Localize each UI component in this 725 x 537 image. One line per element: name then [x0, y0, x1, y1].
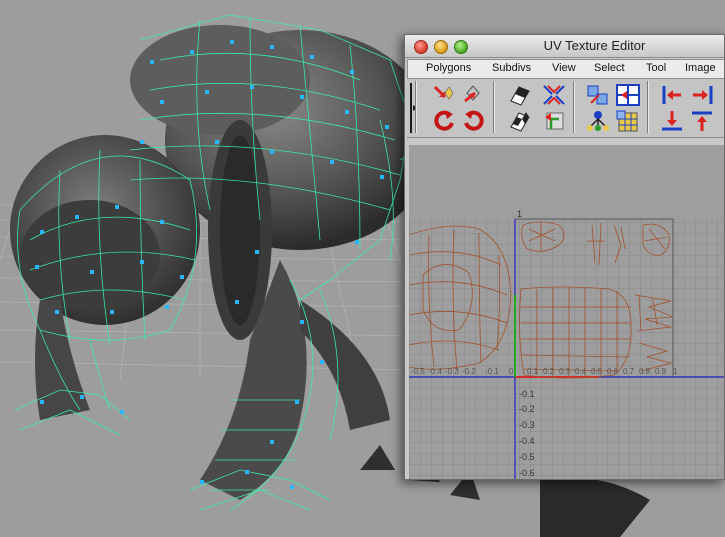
uv-label-u-14: 0.9 [655, 367, 667, 376]
uv-toolbar [407, 79, 724, 138]
uv-label-v-1: -0.1 [519, 389, 535, 399]
rotate-ccw-icon[interactable] [431, 109, 457, 133]
uv-label-u-9: 0.4 [575, 367, 587, 376]
uv-label-u-13: 0.8 [639, 367, 651, 376]
uv-label-u-4: -0.1 [485, 367, 499, 376]
menu-polygons[interactable]: Polygons [426, 62, 471, 74]
menu-select[interactable]: Select [594, 62, 625, 74]
checker-map-2-icon[interactable] [507, 109, 533, 133]
uv-label-v-2: -0.2 [519, 404, 535, 414]
uv-label-u-10: 0.5 [591, 367, 603, 376]
uv-label-v-5: -0.5 [519, 452, 535, 462]
uv-label-v-top: 1 [517, 209, 522, 219]
menu-view[interactable]: View [552, 62, 576, 74]
grid-icon[interactable] [615, 83, 641, 107]
checker-map-icon[interactable] [507, 83, 533, 107]
window-title: UV Texture Editor [543, 38, 646, 53]
title-bar[interactable]: UV Texture Editor [405, 35, 724, 58]
cut-uv-icon[interactable] [541, 83, 567, 107]
sew-uv-icon[interactable] [541, 109, 567, 133]
uv-label-u-6: 0.1 [527, 367, 539, 376]
uv-label-u-0: -0.5 [411, 367, 425, 376]
uv-label-v-3: -0.3 [519, 420, 535, 430]
uv-label-u-7: 0.2 [543, 367, 555, 376]
move-sew-icon[interactable] [585, 83, 611, 107]
uv-label-u-1: -0.4 [428, 367, 442, 376]
uv-grid[interactable]: 1 -0.1 -0.2 -0.3 -0.4 -0.5 -0.6 -0.5 -0.… [408, 145, 725, 480]
align-bottom-icon[interactable] [659, 109, 685, 133]
uv-shell-icon[interactable] [585, 109, 611, 133]
menu-subdivs[interactable]: Subdivs [492, 62, 531, 74]
move-uv-icon[interactable] [431, 83, 457, 107]
uv-label-u-11: 0.6 [607, 367, 619, 376]
uv-label-u-8: 0.3 [559, 367, 571, 376]
uv-label-u-15: 1 [673, 367, 678, 376]
menu-tool[interactable]: Tool [646, 62, 666, 74]
menu-bar: Polygons Subdivs View Select Tool Image [407, 59, 724, 79]
uv-label-v-4: -0.4 [519, 436, 535, 446]
align-left-icon[interactable] [659, 83, 685, 107]
flip-u-icon[interactable] [461, 83, 487, 107]
align-right-icon[interactable] [689, 83, 715, 107]
uv-canvas[interactable]: 1 -0.1 -0.2 -0.3 -0.4 -0.5 -0.6 -0.5 -0.… [408, 145, 725, 480]
uv-label-u-3: -0.2 [462, 367, 476, 376]
uv-label-u-2: -0.3 [445, 367, 459, 376]
uv-label-u-12: 0.7 [623, 367, 635, 376]
uv-texture-editor-window[interactable]: UV Texture Editor Polygons Subdivs View … [404, 34, 725, 480]
rotate-cw-icon[interactable] [461, 109, 487, 133]
menu-image[interactable]: Image [685, 62, 716, 74]
uv-label-u-5: 0 [509, 367, 514, 376]
layout-uv-icon[interactable] [615, 109, 641, 133]
align-top-icon[interactable] [689, 109, 715, 133]
uv-label-v-6: -0.6 [519, 468, 535, 478]
